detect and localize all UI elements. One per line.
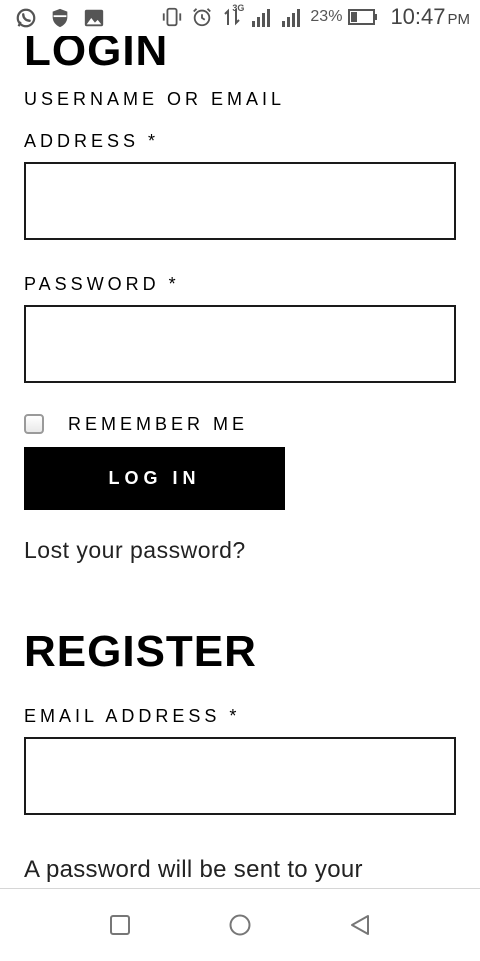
vibrate-icon xyxy=(160,5,184,29)
username-label-line1: USERNAME OR EMAIL xyxy=(24,89,286,109)
home-icon[interactable] xyxy=(228,913,252,937)
signal-icon xyxy=(250,5,274,29)
data-arrows-icon: 3G xyxy=(220,3,245,29)
password-input[interactable] xyxy=(24,305,456,383)
image-icon xyxy=(82,6,106,30)
remember-me-row[interactable]: REMEMBER ME xyxy=(24,413,248,435)
username-label-line2: ADDRESS * xyxy=(24,131,160,151)
remember-me-label[interactable]: REMEMBER ME xyxy=(68,413,248,435)
password-note: A password will be sent to your xyxy=(24,856,363,883)
recent-apps-icon[interactable] xyxy=(108,913,132,937)
shield-icon xyxy=(48,6,72,30)
whatsapp-icon xyxy=(14,6,38,30)
register-title: REGISTER xyxy=(24,627,257,676)
clock-ampm: PM xyxy=(447,11,471,28)
status-bar-right: 3G 23% 10:47 PM xyxy=(160,3,470,30)
back-icon[interactable] xyxy=(348,913,372,937)
network-type-label: 3G xyxy=(232,3,245,13)
status-time: 10:47 PM xyxy=(390,4,470,30)
battery-percent: 23% xyxy=(310,8,343,25)
status-bar-left xyxy=(14,6,106,30)
status-bar: 3G 23% 10:47 PM xyxy=(0,0,480,36)
clock-time: 10:47 xyxy=(390,4,446,29)
password-label: PASSWORD * xyxy=(24,274,180,294)
remember-me-checkbox[interactable] xyxy=(24,414,44,434)
alarm-icon xyxy=(190,5,214,29)
signal-icon-2 xyxy=(280,5,304,29)
username-input[interactable] xyxy=(24,162,456,240)
email-address-input[interactable] xyxy=(24,737,456,815)
battery-icon xyxy=(348,5,378,29)
navigation-bar xyxy=(0,888,480,961)
lost-password-link[interactable]: Lost your password? xyxy=(24,537,246,564)
email-address-label: EMAIL ADDRESS * xyxy=(24,706,241,726)
log-in-button[interactable]: LOG IN xyxy=(24,447,285,510)
